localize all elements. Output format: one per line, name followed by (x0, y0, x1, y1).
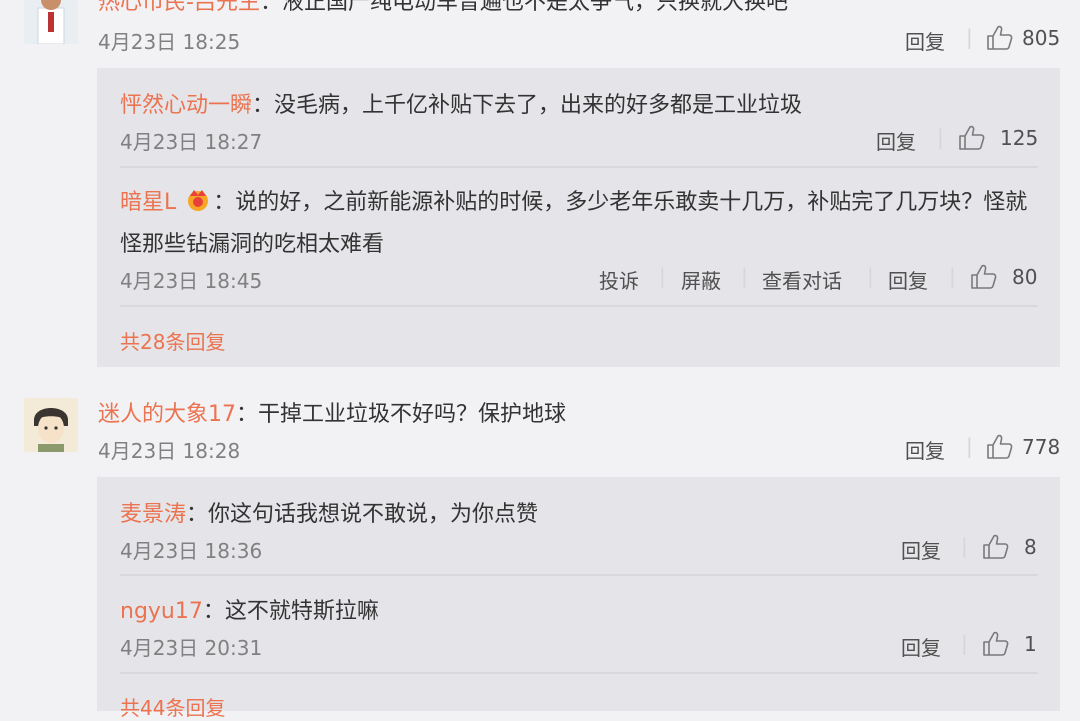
like-count: 805 (1022, 26, 1061, 50)
comment-text: ：液正国产纯电动车普遍也不是太争气，只换就大换吧 (259, 0, 788, 15)
like-button[interactable] (986, 25, 1014, 51)
avatar[interactable] (24, 0, 78, 44)
like-button[interactable] (982, 534, 1010, 560)
more-replies-link[interactable]: 共28条回复 (120, 326, 225, 355)
reply-button[interactable]: 回复 (876, 126, 916, 155)
comment-text: ：干掉工业垃圾不好吗？保护地球 (236, 402, 567, 427)
like-button[interactable] (970, 264, 998, 290)
reply-text: ：说的好，之前新能源补贴的时候，多少老年乐敢卖十几万，补贴完了几万块？怪就 (213, 190, 1028, 215)
separator: | (966, 25, 973, 49)
divider (120, 166, 1038, 168)
reply-button[interactable]: 回复 (901, 535, 941, 564)
like-button[interactable] (982, 631, 1010, 657)
thumbs-up-icon (987, 434, 1013, 459)
reply-author[interactable]: 麦景涛 (120, 502, 186, 527)
reply-text: ：这不就特斯拉嘛 (202, 599, 379, 624)
separator: | (741, 264, 748, 288)
comment-time: 4月23日 18:28 (98, 439, 241, 463)
reply-text-continued: 怪那些钻漏洞的吃相太难看 (120, 232, 385, 257)
crown-badge-icon (183, 187, 213, 219)
thumbs-up-icon (983, 534, 1009, 559)
complain-button[interactable]: 投诉 (599, 265, 639, 294)
reply-text: ：你这句话我想说不敢说，为你点赞 (186, 502, 539, 527)
thumbs-up-icon (983, 631, 1009, 656)
like-button[interactable] (958, 125, 986, 151)
view-conversation-button[interactable]: 查看对话 (762, 265, 842, 294)
reply-text: ：没毛病，上千亿补贴下去了，出来的好多都是工业垃圾 (252, 93, 803, 118)
separator: | (966, 434, 973, 458)
reply-button[interactable]: 回复 (905, 435, 945, 464)
comment-author[interactable]: 迷人的大象17 (98, 402, 236, 427)
divider (120, 574, 1038, 576)
reply-time: 4月23日 20:31 (120, 636, 263, 660)
comment-author[interactable]: 热心市民-吕先生 (98, 0, 260, 15)
reply-author[interactable]: 怦然心动一瞬 (120, 93, 252, 118)
reply-time: 4月23日 18:27 (120, 130, 263, 154)
like-count: 80 (1012, 265, 1038, 289)
reply-author[interactable]: 暗星L (120, 190, 176, 215)
reply-time: 4月23日 18:36 (120, 539, 263, 563)
like-count: 8 (1024, 535, 1037, 559)
like-count: 125 (1000, 126, 1039, 150)
thumbs-up-icon (959, 125, 985, 150)
separator: | (961, 631, 968, 655)
more-replies-link[interactable]: 共44条回复 (120, 692, 225, 721)
separator: | (659, 264, 666, 288)
separator: | (949, 264, 956, 288)
reply-time: 4月23日 18:45 (120, 269, 263, 293)
block-button[interactable]: 屏蔽 (681, 265, 721, 294)
like-count: 778 (1022, 435, 1061, 459)
like-button[interactable] (986, 434, 1014, 460)
divider (120, 672, 1038, 674)
divider (120, 305, 1038, 307)
separator: | (867, 264, 874, 288)
thumbs-up-icon (987, 25, 1013, 50)
thumbs-up-icon (971, 264, 997, 289)
comment-time: 4月23日 18:25 (98, 30, 241, 54)
separator: | (961, 534, 968, 558)
reply-button[interactable]: 回复 (901, 632, 941, 661)
like-count: 1 (1024, 632, 1037, 656)
reply-button[interactable]: 回复 (905, 26, 945, 55)
avatar[interactable] (24, 398, 78, 452)
separator: | (937, 125, 944, 149)
reply-button[interactable]: 回复 (888, 265, 928, 294)
reply-author[interactable]: ngyu17 (120, 599, 203, 624)
